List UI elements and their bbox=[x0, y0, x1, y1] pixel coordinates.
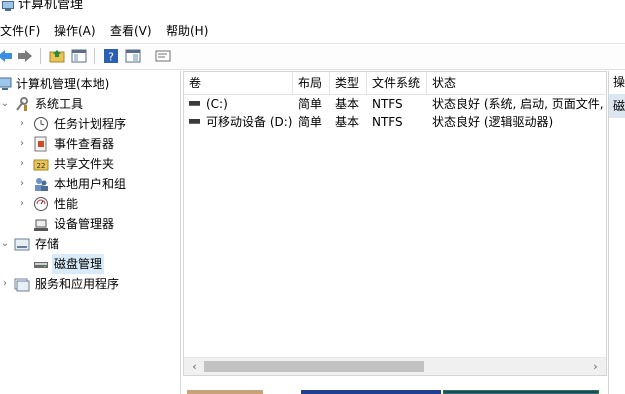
disk-segment-unallocated[interactable] bbox=[187, 390, 263, 394]
tree-item-label: 系统工具 bbox=[35, 97, 84, 111]
menu-bar: 文件(F) 操作(A) 查看(V) 帮助(H) bbox=[0, 18, 625, 42]
tree-item-task-scheduler[interactable]: › 任务计划程序 bbox=[0, 114, 180, 134]
layout-cell: 简单 bbox=[298, 115, 323, 129]
layout-cell: 简单 bbox=[298, 97, 323, 111]
disk-segment-logical[interactable] bbox=[443, 390, 599, 394]
chevron-down-icon[interactable]: ⌄ bbox=[0, 94, 10, 114]
system-tools-icon bbox=[14, 96, 30, 112]
disk-management-icon bbox=[33, 256, 49, 272]
help-icon[interactable]: ? bbox=[102, 47, 120, 65]
horizontal-scrollbar[interactable]: ‹ › bbox=[184, 357, 606, 375]
tree-item-storage[interactable]: ⌄ 存储 bbox=[0, 234, 180, 254]
shared-folders-icon: 22 bbox=[33, 156, 49, 172]
toolbar-separator bbox=[40, 48, 41, 64]
type-cell: 基本 bbox=[335, 97, 360, 111]
menu-view[interactable]: 查看(V) bbox=[110, 23, 152, 39]
chevron-right-icon[interactable]: › bbox=[17, 194, 27, 214]
table-row[interactable]: 可移动设备 (D:) 简单 基本 NTFS 状态良好 (逻辑驱动器) bbox=[184, 113, 606, 131]
event-viewer-icon bbox=[33, 136, 49, 152]
local-users-groups-icon bbox=[33, 176, 49, 192]
chevron-right-icon[interactable]: › bbox=[17, 114, 27, 134]
task-scheduler-icon bbox=[33, 116, 49, 132]
tree-item-label: 事件查看器 bbox=[54, 137, 115, 151]
actions-item-disk-management[interactable]: 磁 bbox=[609, 94, 625, 118]
disk-map-strip bbox=[183, 377, 607, 394]
tree-item-label: 本地用户和组 bbox=[54, 177, 127, 191]
volume-icon bbox=[189, 119, 200, 124]
properties-icon[interactable] bbox=[124, 47, 142, 65]
chevron-right-icon[interactable]: › bbox=[17, 174, 27, 194]
tree-item-local-users-groups[interactable]: › 本地用户和组 bbox=[0, 174, 180, 194]
column-header-status[interactable]: 状态 bbox=[427, 72, 606, 94]
scrollbar-thumb[interactable] bbox=[204, 361, 424, 372]
scroll-left-icon[interactable]: ‹ bbox=[186, 358, 203, 375]
computer-management-icon bbox=[0, 76, 14, 92]
volume-label: 可移动设备 (D:) bbox=[206, 115, 293, 129]
tree-item-label: 性能 bbox=[54, 197, 79, 211]
tree-item-shared-folders[interactable]: › 22 共享文件夹 bbox=[0, 154, 180, 174]
column-header-volume[interactable]: 卷 bbox=[184, 72, 293, 94]
navigation-tree: 计算机管理(本地) ⌄ 系统工具 › 任务计划程序 › 事件查看器 › 22 共… bbox=[0, 71, 181, 394]
menu-file[interactable]: 文件(F) bbox=[0, 23, 40, 39]
chevron-down-icon[interactable]: ⌄ bbox=[0, 234, 10, 254]
tree-item-label: 服务和应用程序 bbox=[35, 277, 120, 291]
tree-item-label: 磁盘管理 bbox=[52, 254, 105, 274]
scroll-right-icon[interactable]: › bbox=[587, 358, 604, 375]
tree-item-disk-management[interactable]: 磁盘管理 bbox=[0, 254, 180, 274]
tree-item-label: 任务计划程序 bbox=[54, 117, 127, 131]
list-header: 卷 布局 类型 文件系统 状态 bbox=[184, 72, 606, 95]
filesystem-cell: NTFS bbox=[372, 97, 403, 111]
tree-item-label: 设备管理器 bbox=[54, 217, 115, 231]
type-cell: 基本 bbox=[335, 115, 360, 129]
window-title: 计算机管理 bbox=[18, 0, 84, 12]
chevron-right-icon[interactable]: › bbox=[0, 274, 10, 294]
title-bar: 计算机管理 bbox=[0, 0, 625, 18]
column-header-layout[interactable]: 布局 bbox=[293, 72, 330, 94]
show-hide-tree-icon[interactable] bbox=[70, 47, 88, 65]
up-folder-icon[interactable] bbox=[48, 47, 66, 65]
column-header-filesystem[interactable]: 文件系统 bbox=[367, 72, 427, 94]
tree-item-label: 计算机管理(本地) bbox=[16, 77, 110, 91]
chevron-right-icon[interactable]: › bbox=[17, 134, 27, 154]
svg-text:22: 22 bbox=[37, 162, 46, 170]
tree-item-label: 共享文件夹 bbox=[54, 157, 115, 171]
table-row[interactable]: (C:) 简单 基本 NTFS 状态良好 (系统, 启动, 页面文件, bbox=[184, 95, 606, 113]
volume-cell: (C:) bbox=[189, 95, 293, 113]
performance-icon bbox=[33, 196, 49, 212]
tree-item-computer-management[interactable]: 计算机管理(本地) bbox=[0, 74, 180, 94]
status-cell: 状态良好 (逻辑驱动器) bbox=[432, 115, 554, 129]
status-cell: 状态良好 (系统, 启动, 页面文件, bbox=[432, 97, 604, 111]
chevron-right-icon[interactable]: › bbox=[17, 154, 27, 174]
services-applications-icon bbox=[14, 276, 30, 292]
toolbar: ? bbox=[0, 43, 625, 70]
disk-segment-primary[interactable] bbox=[301, 390, 441, 394]
tree-item-services-applications[interactable]: › 服务和应用程序 bbox=[0, 274, 180, 294]
tree-item-performance[interactable]: › 性能 bbox=[0, 194, 180, 214]
tree-item-device-manager[interactable]: 设备管理器 bbox=[0, 214, 180, 234]
back-arrow-icon[interactable] bbox=[0, 47, 14, 65]
volume-cell: 可移动设备 (D:) bbox=[189, 113, 293, 131]
actions-header: 操 bbox=[613, 75, 625, 89]
actions-pane: 操 磁 bbox=[608, 71, 625, 394]
menu-help[interactable]: 帮助(H) bbox=[166, 23, 208, 39]
volume-list: 卷 布局 类型 文件系统 状态 (C:) 简单 基本 NTFS 状态良好 (系统… bbox=[183, 71, 607, 376]
svg-text:?: ? bbox=[108, 51, 114, 64]
volume-label: (C:) bbox=[206, 97, 228, 111]
export-list-icon[interactable] bbox=[154, 47, 172, 65]
menu-action[interactable]: 操作(A) bbox=[54, 23, 96, 39]
volume-icon bbox=[189, 101, 200, 106]
tree-item-system-tools[interactable]: ⌄ 系统工具 bbox=[0, 94, 180, 114]
column-header-type[interactable]: 类型 bbox=[330, 72, 367, 94]
computer-management-app-icon bbox=[2, 0, 14, 11]
filesystem-cell: NTFS bbox=[372, 115, 403, 129]
device-manager-icon bbox=[33, 216, 49, 232]
forward-arrow-icon[interactable] bbox=[16, 47, 34, 65]
tree-item-event-viewer[interactable]: › 事件查看器 bbox=[0, 134, 180, 154]
tree-item-label: 存储 bbox=[35, 237, 60, 251]
toolbar-separator bbox=[94, 48, 95, 64]
storage-icon bbox=[14, 236, 30, 252]
